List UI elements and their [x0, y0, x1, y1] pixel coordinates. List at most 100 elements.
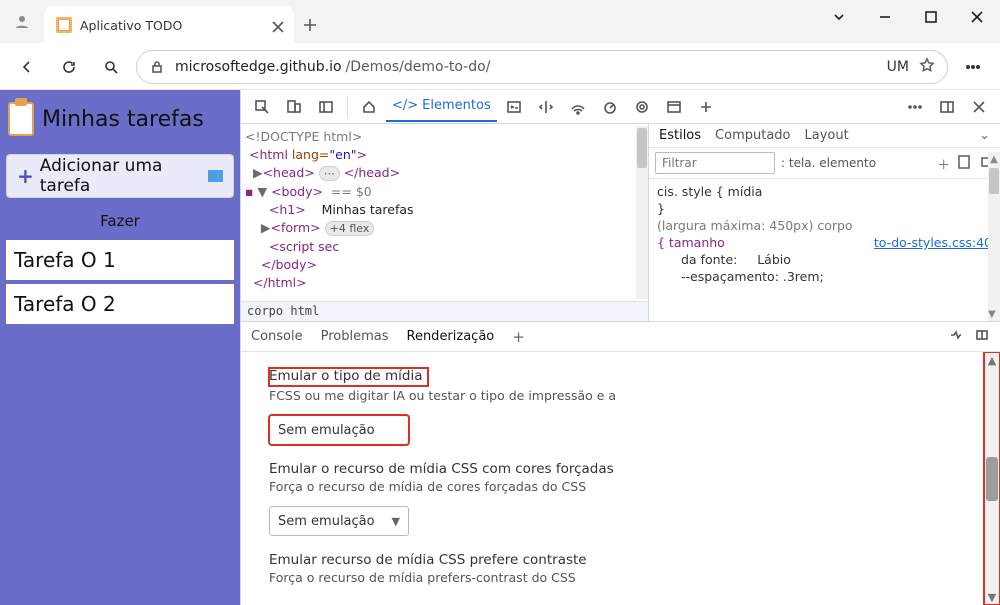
toggle-icon[interactable] — [956, 154, 972, 173]
todo-app-panel: Minhas tarefas + Adicionar uma tarefa Fa… — [0, 90, 240, 605]
rule-open: { tamanho — [657, 235, 725, 250]
panel-icon[interactable] — [311, 92, 341, 122]
section-label: Fazer — [6, 206, 234, 232]
clipboard-icon — [8, 102, 34, 136]
flex-badge[interactable]: +4 flex — [325, 221, 375, 236]
styles-scrollbar[interactable]: ▲▼ — [988, 152, 1000, 321]
drawer-tab-problems[interactable]: Problemas — [321, 329, 389, 344]
more-icon[interactable] — [900, 92, 930, 122]
dom-doctype: <!DOCTYPE html> — [245, 129, 362, 144]
favorite-icon[interactable] — [919, 57, 935, 77]
drawer-expand-icon[interactable] — [974, 327, 990, 347]
chevron-down-icon[interactable]: ⌄ — [979, 128, 990, 143]
dom-selected-flag: == $0 — [331, 184, 372, 199]
scroll-down-arrow[interactable]: ▼ — [984, 589, 1000, 605]
dom-scrollbar[interactable] — [636, 126, 648, 299]
lock-icon — [149, 59, 165, 75]
forced-colors-sub: Força o recurso de mídia de cores forçad… — [269, 479, 980, 494]
plus-icon: + — [17, 164, 34, 188]
forced-colors-heading: Emular o recurso de mídia CSS com cores … — [269, 461, 980, 477]
dropdown-label: Sem emulação — [278, 423, 375, 438]
network-icon[interactable] — [563, 92, 593, 122]
close-devtools-icon[interactable] — [964, 92, 994, 122]
tab-title: Aplicativo TODO — [80, 18, 182, 33]
profile-badge[interactable]: UM — [887, 59, 909, 75]
dropdown-label: Sem emulação — [278, 514, 375, 529]
window-minimize-button[interactable] — [862, 0, 908, 34]
address-bar[interactable]: microsoftedge.github.io /Demos/demo-to-d… — [136, 50, 948, 84]
forced-colors-dropdown[interactable]: Sem emulação ▼ — [269, 506, 409, 536]
dom-tree[interactable]: <!DOCTYPE html> <html lang="en"> ▶<head>… — [241, 124, 648, 321]
profile-avatar[interactable] — [0, 0, 44, 44]
browser-tab[interactable]: Aplicativo TODO — [44, 6, 294, 44]
drawer-tool-icon[interactable] — [948, 327, 964, 347]
tab-elements[interactable]: </> Elementos — [386, 92, 497, 122]
scroll-thumb[interactable] — [986, 457, 998, 501]
code-icon: </> — [392, 98, 418, 113]
task-list: Tarefa O 1 Tarefa O 2 — [6, 240, 234, 324]
task-item[interactable]: Tarefa O 2 — [6, 284, 234, 324]
refresh-button[interactable] — [52, 50, 86, 84]
drawer-scrollbar[interactable]: ▲ ▼ — [984, 352, 1000, 605]
signal-icon — [208, 170, 223, 182]
media-type-dropdown[interactable]: Sem emulação — [269, 415, 409, 445]
prefers-contrast-heading: Emular recurso de mídia CSS prefere cont… — [269, 552, 980, 568]
prefers-contrast-sub: Força o recurso de mídia prefers-contras… — [269, 570, 980, 585]
app-title: Minhas tarefas — [42, 107, 204, 132]
welcome-icon[interactable] — [354, 92, 384, 122]
window-maximize-button[interactable] — [908, 0, 954, 34]
stylesheet-link[interactable]: to-do-styles.css:40 — [874, 234, 992, 251]
dom-h1-text: Minhas tarefas — [322, 202, 414, 217]
devtools-toolbar: </> Elementos — [241, 90, 1000, 124]
tab-layout[interactable]: Layout — [805, 128, 849, 143]
emulate-media-heading: Emular o tipo de mídia — [269, 368, 428, 386]
styles-pane: Estilos Computado Layout ⌄ : tela. eleme… — [648, 124, 1000, 321]
collapsed-badge[interactable]: ⋯ — [319, 166, 340, 181]
devtools-drawer: Console Problemas Renderização + Emular … — [241, 322, 1000, 605]
tab-elements-label: Elementos — [422, 98, 491, 113]
task-item[interactable]: Tarefa O 1 — [6, 240, 234, 280]
dock-icon[interactable] — [932, 92, 962, 122]
css-prop-value: Lábio — [757, 252, 791, 267]
device-toggle-icon[interactable] — [279, 92, 309, 122]
rendering-panel: Emular o tipo de mídia FCSS ou me digita… — [241, 352, 1000, 605]
tab-styles[interactable]: Estilos — [659, 128, 701, 143]
new-tab-button[interactable] — [294, 6, 326, 44]
window-close-button[interactable] — [954, 0, 1000, 34]
inspect-icon[interactable] — [247, 92, 277, 122]
css-prop-key: da fonte: — [681, 252, 737, 267]
tab-computed[interactable]: Computado — [715, 128, 790, 143]
back-button[interactable] — [10, 50, 44, 84]
more-menu-button[interactable] — [956, 59, 990, 75]
browser-toolbar: microsoftedge.github.io /Demos/demo-to-d… — [0, 44, 1000, 90]
scroll-up-arrow[interactable]: ▲ — [984, 352, 1000, 368]
sources-icon[interactable] — [531, 92, 561, 122]
style-rule[interactable]: cis. style { mídia — [657, 183, 992, 200]
hover-label[interactable]: : tela. elemento — [781, 156, 876, 170]
devtools-panel: </> Elementos <!DOCTYPE html> <html lang… — [240, 90, 1000, 605]
memory-icon[interactable] — [627, 92, 657, 122]
close-tab-icon[interactable] — [270, 19, 282, 31]
styles-filter-input[interactable] — [655, 152, 775, 174]
search-button[interactable] — [94, 50, 128, 84]
more-tabs-icon[interactable] — [691, 92, 721, 122]
app-header: Minhas tarefas — [6, 98, 234, 146]
dom-breadcrumb[interactable]: corpo html — [241, 301, 648, 321]
new-rule-icon[interactable]: ＋ — [937, 154, 950, 173]
css-prop-line: --espaçamento: .3rem; — [657, 268, 992, 285]
window-titlebar: Aplicativo TODO — [0, 0, 1000, 44]
add-task-button[interactable]: + Adicionar uma tarefa — [6, 154, 234, 198]
add-task-label: Adicionar uma tarefa — [40, 156, 203, 196]
performance-icon[interactable] — [595, 92, 625, 122]
clipboard-icon — [56, 17, 72, 33]
url-host: microsoftedge.github.io — [175, 59, 342, 75]
drawer-add-tab-icon[interactable]: + — [512, 328, 525, 346]
application-icon[interactable] — [659, 92, 689, 122]
drawer-tab-console[interactable]: Console — [251, 329, 303, 344]
drawer-tab-rendering[interactable]: Renderização — [407, 329, 495, 344]
console-icon[interactable] — [499, 92, 529, 122]
emulate-media-sub: FCSS ou me digitar IA ou testar o tipo d… — [269, 388, 980, 403]
caret-down-icon[interactable] — [816, 0, 862, 34]
url-path: /Demos/demo-to-do/ — [346, 59, 491, 75]
dom-script: <script sec — [269, 239, 339, 254]
